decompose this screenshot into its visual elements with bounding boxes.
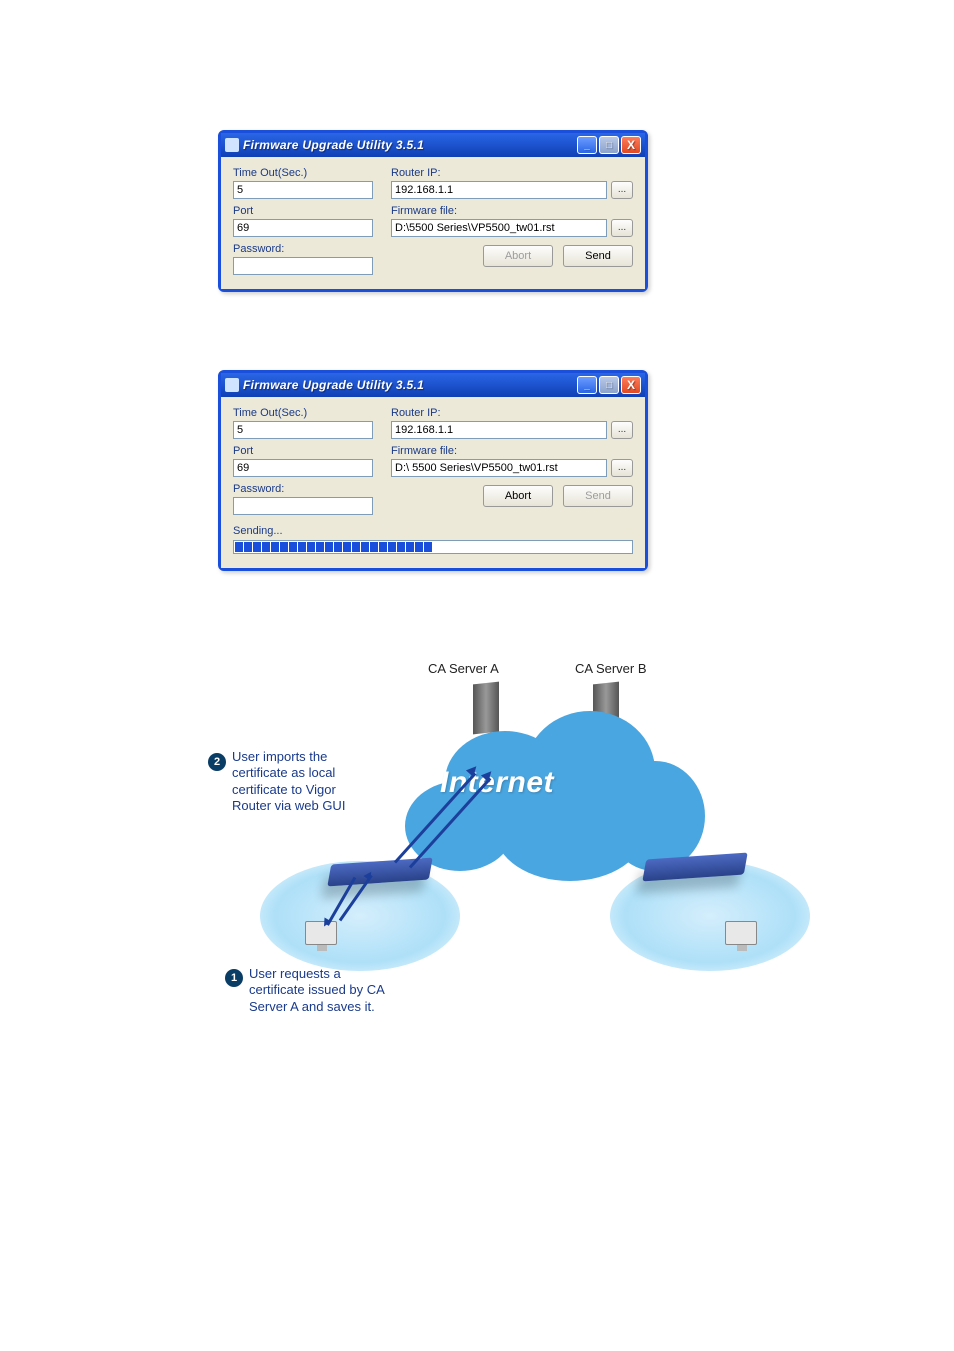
firmwarefile-input[interactable] [391,459,607,477]
routerip-input[interactable] [391,181,607,199]
port-label: Port [233,205,373,217]
server-a-label: CA Server A [428,661,499,676]
port-input[interactable] [233,219,373,237]
progress-block [316,542,324,552]
progress-block [280,542,288,552]
progress-block [334,542,342,552]
progress-block [289,542,297,552]
maximize-button[interactable]: □ [599,376,619,394]
firmwarefile-browse-button[interactable]: ... [611,459,633,477]
send-button: Send [563,485,633,507]
password-label: Password: [233,243,373,255]
send-button[interactable]: Send [563,245,633,267]
firmware-utility-window-1: Firmware Upgrade Utility 3.5.1 _ □ X Tim… [218,130,648,292]
close-button[interactable]: X [621,376,641,394]
progress-bar [233,540,633,554]
titlebar[interactable]: Firmware Upgrade Utility 3.5.1 _ □ X [221,373,645,397]
password-input[interactable] [233,497,373,515]
progress-block [298,542,306,552]
password-input[interactable] [233,257,373,275]
server-b-label: CA Server B [575,661,647,676]
step-1-text: User requests a certificate issued by CA… [249,966,385,1015]
lan-b-icon [610,861,810,971]
progress-block [307,542,315,552]
progress-block [424,542,432,552]
progress-block [343,542,351,552]
step-2-text: User imports the certificate as local ce… [232,749,345,814]
timeout-input[interactable] [233,181,373,199]
ca-diagram: CA Server A CA Server B Internet 2 User … [200,661,820,1061]
progress-block [415,542,423,552]
progress-block [406,542,414,552]
routerip-browse-button[interactable]: ... [611,181,633,199]
progress-block [244,542,252,552]
app-icon [225,378,239,392]
port-label: Port [233,445,373,457]
close-button[interactable]: X [621,136,641,154]
timeout-label: Time Out(Sec.) [233,167,373,179]
status-text: Sending... [233,525,633,537]
progress-block [388,542,396,552]
minimize-button[interactable]: _ [577,376,597,394]
routerip-input[interactable] [391,421,607,439]
step-2-badge: 2 [208,753,226,771]
window-title: Firmware Upgrade Utility 3.5.1 [243,138,577,152]
firmware-utility-window-2: Firmware Upgrade Utility 3.5.1 _ □ X Tim… [218,370,648,571]
progress-block [253,542,261,552]
progress-block [262,542,270,552]
progress-block [271,542,279,552]
minimize-button[interactable]: _ [577,136,597,154]
progress-block [235,542,243,552]
window-title: Firmware Upgrade Utility 3.5.1 [243,378,577,392]
firmwarefile-input[interactable] [391,219,607,237]
progress-block [370,542,378,552]
abort-button: Abort [483,245,553,267]
progress-block [361,542,369,552]
progress-block [379,542,387,552]
timeout-label: Time Out(Sec.) [233,407,373,419]
port-input[interactable] [233,459,373,477]
firmwarefile-label: Firmware file: [391,205,633,217]
titlebar[interactable]: Firmware Upgrade Utility 3.5.1 _ □ X [221,133,645,157]
firmwarefile-browse-button[interactable]: ... [611,219,633,237]
password-label: Password: [233,483,373,495]
progress-block [397,542,405,552]
progress-block [352,542,360,552]
routerip-label: Router IP: [391,407,633,419]
progress-block [325,542,333,552]
routerip-browse-button[interactable]: ... [611,421,633,439]
firmwarefile-label: Firmware file: [391,445,633,457]
abort-button[interactable]: Abort [483,485,553,507]
maximize-button[interactable]: □ [599,136,619,154]
step-1-badge: 1 [225,969,243,987]
timeout-input[interactable] [233,421,373,439]
pc-b-icon [725,921,759,949]
app-icon [225,138,239,152]
routerip-label: Router IP: [391,167,633,179]
